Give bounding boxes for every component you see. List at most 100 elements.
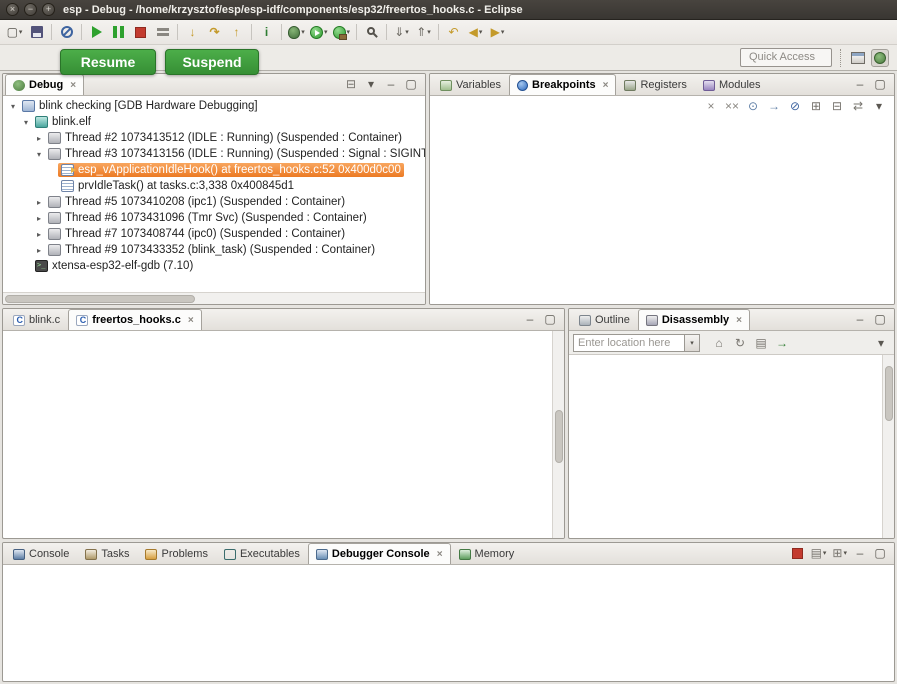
quick-access-box[interactable]: Quick Access (740, 48, 832, 67)
link-with-debug-icon[interactable]: ⇄ (849, 97, 867, 115)
expand-arrow-icon[interactable]: ▸ (33, 214, 45, 223)
tree-row[interactable]: ▸Thread #9 1073433352 (blink_task) (Susp… (3, 242, 425, 258)
step-over-button[interactable]: ↷ (204, 22, 225, 43)
open-console-icon[interactable]: ⊞▾ (830, 544, 849, 562)
close-tab-icon[interactable]: × (188, 315, 194, 326)
maximize-icon[interactable]: ▢ (871, 75, 889, 93)
expand-arrow-icon[interactable]: ▸ (33, 246, 45, 255)
tree-row[interactable]: ▸Thread #5 1073410208 (ipc1) (Suspended … (3, 194, 425, 210)
tab-blink-c[interactable]: blink.c (5, 309, 68, 330)
tab-memory[interactable]: Memory (451, 543, 523, 564)
editor-vertical-scrollbar[interactable] (552, 331, 564, 538)
breakpoints-empty-area[interactable] (430, 116, 894, 304)
minimize-icon[interactable]: – (851, 75, 869, 93)
back-button[interactable]: ◀▾ (465, 22, 486, 43)
scrollbar-thumb[interactable] (5, 295, 195, 303)
search-button[interactable] (361, 22, 382, 43)
open-perspective-button[interactable] (849, 49, 867, 67)
tab-console[interactable]: Console (5, 543, 77, 564)
terminate-button[interactable] (130, 22, 151, 43)
external-tools-button[interactable]: ▾ (331, 22, 353, 43)
scrollbar-thumb[interactable] (885, 366, 893, 421)
remove-all-breakpoints-icon[interactable]: ×× (723, 97, 741, 115)
code-line[interactable] (3, 331, 552, 344)
tab-executables[interactable]: Executables (216, 543, 308, 564)
maximize-button[interactable]: + (42, 3, 55, 16)
tab-debug[interactable]: Debug× (5, 74, 84, 95)
minimize-icon[interactable]: – (851, 310, 869, 328)
refresh-icon[interactable]: ↻ (731, 334, 749, 352)
close-tab-icon[interactable]: × (603, 80, 609, 91)
next-annotation-button[interactable]: ⇓▾ (391, 22, 412, 43)
tree-row[interactable]: prvIdleTask() at tasks.c:3,338 0x400845d… (3, 178, 425, 194)
minimize-icon[interactable]: – (521, 310, 539, 328)
last-edit-location-button[interactable]: ↶ (443, 22, 464, 43)
collapse-arrow-icon[interactable]: ▾ (33, 150, 45, 159)
tab-outline[interactable]: Outline (571, 309, 638, 330)
tree-row[interactable]: ▾Thread #3 1073413156 (IDLE : Running) (… (3, 146, 425, 162)
disassembly-vertical-scrollbar[interactable] (882, 355, 894, 538)
expand-arrow-icon[interactable]: ▸ (33, 230, 45, 239)
tree-row[interactable]: ▾blink checking [GDB Hardware Debugging] (3, 98, 425, 114)
show-supported-breakpoints-icon[interactable]: ⊙ (744, 97, 762, 115)
expand-arrow-icon[interactable]: ▸ (33, 198, 45, 207)
tab-freertos-hooks-c[interactable]: freertos_hooks.c× (68, 309, 202, 330)
maximize-icon[interactable]: ▢ (871, 544, 889, 562)
step-into-button[interactable]: ↓ (182, 22, 203, 43)
tree-row[interactable]: ▾blink.elf (3, 114, 425, 130)
collapse-arrow-icon[interactable]: ▾ (20, 118, 32, 127)
remove-breakpoint-icon[interactable]: × (702, 97, 720, 115)
collapse-all-icon[interactable]: ⊟ (828, 97, 846, 115)
scrollbar-thumb[interactable] (555, 410, 563, 464)
view-menu-icon[interactable]: ▾ (870, 97, 888, 115)
disconnect-button[interactable] (152, 22, 173, 43)
view-menu-icon[interactable]: ▾ (362, 75, 380, 93)
location-input[interactable]: Enter location here (573, 334, 685, 352)
tree-row[interactable]: xtensa-esp32-elf-gdb (7.10) (3, 258, 425, 274)
show-source-icon[interactable]: ▤ (752, 334, 770, 352)
line-number[interactable] (3, 331, 31, 344)
tree-row[interactable]: ▸Thread #7 1073408744 (ipc0) (Suspended … (3, 226, 425, 242)
forward-button[interactable]: ▶▾ (487, 22, 508, 43)
debug-button[interactable]: ▾ (286, 22, 307, 43)
go-to-file-icon[interactable]: → (765, 97, 783, 115)
tab-variables[interactable]: Variables (432, 74, 509, 95)
close-tab-icon[interactable]: × (736, 315, 742, 326)
display-selected-console-icon[interactable]: ▤▾ (809, 544, 829, 562)
skip-all-breakpoints-icon[interactable]: ⊘ (786, 97, 804, 115)
maximize-icon[interactable]: ▢ (402, 75, 420, 93)
console-output[interactable] (3, 565, 894, 681)
tab-modules[interactable]: Modules (695, 74, 769, 95)
expand-arrow-icon[interactable]: ▸ (33, 134, 45, 143)
home-icon[interactable]: ⌂ (710, 334, 728, 352)
collapse-arrow-icon[interactable]: ▾ (7, 102, 19, 111)
tree-row[interactable]: esp_vApplicationIdleHook() at freertos_h… (3, 162, 425, 178)
maximize-icon[interactable]: ▢ (541, 310, 559, 328)
close-tab-icon[interactable]: × (70, 80, 76, 91)
track-pc-icon[interactable]: → (773, 334, 791, 352)
terminate-icon[interactable] (789, 544, 807, 562)
collapse-all-icon[interactable]: ⊟ (342, 75, 360, 93)
disassembly-content[interactable] (569, 355, 894, 538)
tree-row[interactable]: ▸Thread #2 1073413512 (IDLE : Running) (… (3, 130, 425, 146)
tab-tasks[interactable]: Tasks (77, 543, 137, 564)
close-tab-icon[interactable]: × (437, 549, 443, 560)
debug-perspective-button[interactable] (871, 49, 889, 67)
step-return-button[interactable]: ↑ (226, 22, 247, 43)
tab-breakpoints[interactable]: Breakpoints× (509, 74, 616, 95)
save-button[interactable] (26, 22, 47, 43)
tab-registers[interactable]: Registers (616, 74, 694, 95)
debug-horizontal-scrollbar[interactable] (3, 292, 425, 304)
maximize-icon[interactable]: ▢ (871, 310, 889, 328)
skip-all-breakpoints-button[interactable] (56, 22, 77, 43)
minimize-icon[interactable]: – (382, 75, 400, 93)
minimize-icon[interactable]: – (851, 544, 869, 562)
suspend-button[interactable] (108, 22, 129, 43)
run-button[interactable]: ▾ (308, 22, 330, 43)
tab-disassembly[interactable]: Disassembly× (638, 309, 750, 330)
close-button[interactable]: × (6, 3, 19, 16)
instruction-stepping-button[interactable]: i (256, 22, 277, 43)
minimize-button[interactable]: − (24, 3, 37, 16)
view-menu-icon[interactable]: ▾ (872, 334, 890, 352)
previous-annotation-button[interactable]: ⇑▾ (413, 22, 434, 43)
